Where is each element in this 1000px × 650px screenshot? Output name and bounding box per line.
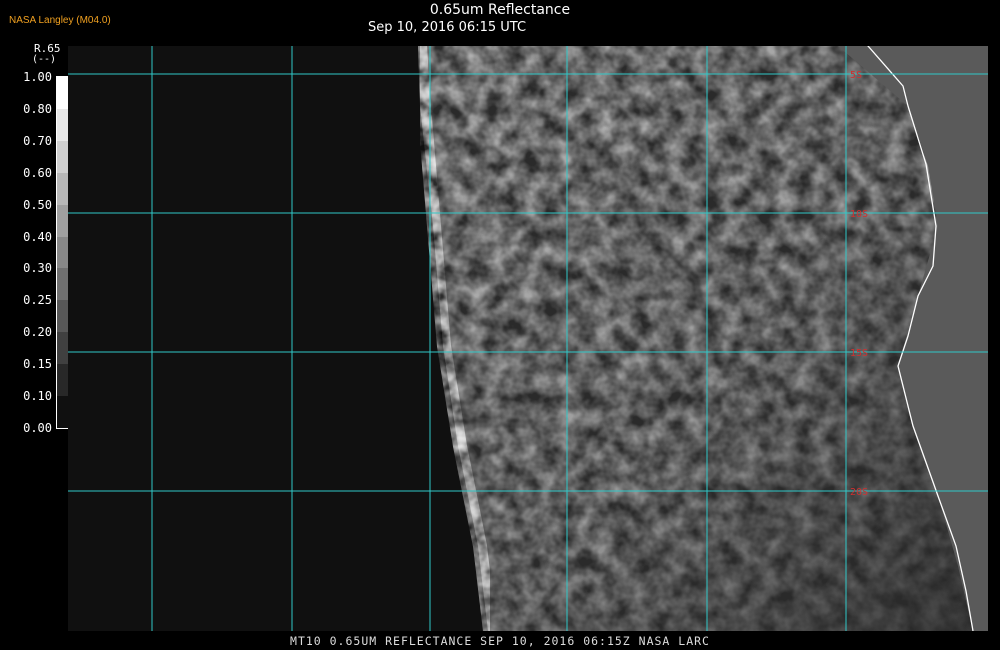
latitude-label: 15S bbox=[850, 348, 868, 359]
legend-tick-label: 0.70 bbox=[23, 133, 52, 148]
latitude-label: 10S bbox=[850, 209, 868, 220]
legend-tick-label: 0.00 bbox=[23, 420, 52, 435]
legend-tick-label: 0.30 bbox=[23, 261, 52, 276]
legend-tick-label: 0.15 bbox=[23, 357, 52, 372]
longitude-label: 0 bbox=[564, 46, 571, 48]
legend-tick-label: 0.25 bbox=[23, 293, 52, 308]
legend-tick-label: 0.40 bbox=[23, 229, 52, 244]
legend-unit: (--) bbox=[32, 54, 57, 65]
legend-tick-label: 0.80 bbox=[23, 101, 52, 116]
cloud-deck bbox=[418, 46, 988, 631]
longitude-label: 10E bbox=[836, 46, 856, 48]
satellite-map: 15W 10W 5W 0 5E 10E 5S 10S 15S 20S bbox=[68, 46, 988, 631]
image-title: 0.65um Reflectance bbox=[429, 2, 571, 18]
legend-tick-label: 0.10 bbox=[23, 389, 52, 403]
legend-tick-label: 1.00 bbox=[23, 70, 52, 84]
latitude-label: 5S bbox=[850, 70, 862, 81]
legend-tick-label: 0.50 bbox=[23, 197, 52, 212]
footer-caption: MT10 0.65UM REFLECTANCE SEP 10, 2016 06:… bbox=[290, 634, 710, 648]
image-timestamp: Sep 10, 2016 06:15 UTC bbox=[368, 20, 527, 35]
latitude-label: 20S bbox=[850, 487, 868, 498]
longitude-label: 10W bbox=[282, 46, 302, 48]
legend-tick-label: 0.60 bbox=[23, 165, 52, 180]
legend-tick-label: 0.20 bbox=[23, 325, 52, 340]
longitude-label: 5W bbox=[423, 46, 437, 48]
longitude-label: 15W bbox=[142, 46, 162, 48]
longitude-label: 5E bbox=[700, 46, 713, 48]
